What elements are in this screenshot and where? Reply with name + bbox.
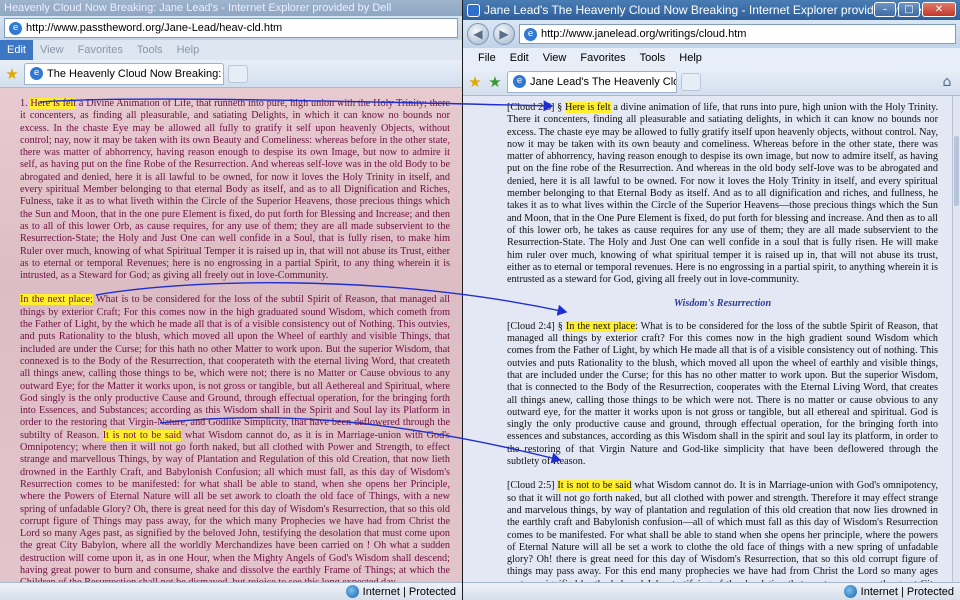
home-icon[interactable]: ⌂	[938, 73, 956, 91]
tab-page-icon: e	[513, 75, 526, 88]
left-menu-view[interactable]: View	[33, 40, 71, 60]
scrollbar-thumb[interactable]	[954, 136, 959, 206]
add-favorites-icon[interactable]: ★	[487, 74, 503, 90]
left-window-title: Heavenly Cloud Now Breaking: Jane Lead's…	[4, 2, 392, 14]
left-highlight-1: Here is felt	[30, 98, 77, 109]
right-menu-view[interactable]: View	[536, 48, 574, 68]
right-title-bar[interactable]: Jane Lead's The Heavenly Cloud Now Break…	[463, 0, 960, 20]
right-menu-tools[interactable]: Tools	[633, 48, 673, 68]
maximize-button[interactable]: □	[898, 2, 920, 17]
right-browser-window[interactable]: Jane Lead's The Heavenly Cloud Now Break…	[463, 0, 960, 600]
ie-page-icon: e	[524, 27, 537, 41]
right-paragraph-1: [Cloud 2:3] § Here is felt a divine anim…	[507, 102, 938, 286]
right-tab-row: ★ ★ e Jane Lead's The Heavenly Cloud Now…	[463, 68, 960, 96]
left-menu-edit[interactable]: Edit	[0, 40, 33, 60]
right-address-bar[interactable]: e http://www.janelead.org/writings/cloud…	[519, 24, 956, 44]
right-status-bar: Internet | Protected	[463, 582, 960, 600]
left-new-tab-button[interactable]	[228, 64, 248, 83]
right-highlight-1: Here is felt	[564, 102, 611, 113]
internet-zone-globe-icon	[843, 585, 857, 598]
right-highlight-2: In the next place	[565, 320, 635, 332]
right-new-tab-button[interactable]	[681, 72, 701, 91]
back-arrow-icon[interactable]: ◀	[467, 23, 489, 45]
tab-page-icon: e	[30, 67, 43, 80]
right-menu-help[interactable]: Help	[672, 48, 709, 68]
left-menu-bar: Edit View Favorites Tools Help	[0, 40, 462, 60]
right-url-text: http://www.janelead.org/writings/cloud.h…	[541, 28, 747, 40]
right-vertical-scrollbar[interactable]	[952, 96, 960, 582]
right-menu-bar: File Edit View Favorites Tools Help	[463, 48, 960, 68]
left-url-text: http://www.passtheword.org/Jane-Lead/hea…	[26, 22, 283, 34]
right-page-content: [Cloud 2:3] § Here is felt a divine anim…	[463, 96, 952, 582]
right-paragraph-3: [Cloud 2:5] It is not to be said what Wi…	[507, 480, 938, 582]
ie-page-icon: e	[9, 21, 22, 35]
left-title-bar[interactable]: Heavenly Cloud Now Breaking: Jane Lead's…	[0, 0, 462, 16]
left-tab-active[interactable]: e The Heavenly Cloud Now Breaking: Ja...	[24, 62, 224, 85]
internet-zone-globe-icon	[345, 585, 359, 598]
minimize-button[interactable]: –	[874, 2, 896, 17]
left-menu-help[interactable]: Help	[170, 40, 207, 60]
left-paragraph-2: In the next place; What is to be conside…	[20, 294, 450, 582]
left-status-text: Internet | Protected	[362, 585, 456, 598]
left-address-row: e http://www.passtheword.org/Jane-Lead/h…	[0, 16, 462, 40]
favorites-star-icon[interactable]: ★	[467, 74, 483, 90]
right-menu-file[interactable]: File	[471, 48, 503, 68]
left-paragraph-1: 1. Here is felt a Divine Animation of Li…	[20, 98, 450, 282]
ie-app-icon	[467, 3, 480, 17]
left-tab-row: ★ e The Heavenly Cloud Now Breaking: Ja.…	[0, 60, 462, 88]
right-tab-active[interactable]: e Jane Lead's The Heavenly Cloud Now B..…	[507, 70, 677, 93]
right-highlight-3: It is not to be said	[557, 480, 632, 492]
close-button[interactable]: ✕	[922, 2, 956, 17]
left-highlight-3: It is not to be said	[102, 429, 182, 441]
left-browser-window[interactable]: Heavenly Cloud Now Breaking: Jane Lead's…	[0, 0, 462, 600]
right-status-text: Internet | Protected	[860, 585, 954, 598]
left-address-bar[interactable]: e http://www.passtheword.org/Jane-Lead/h…	[4, 18, 458, 38]
favorites-star-icon[interactable]: ★	[4, 66, 20, 82]
right-tab-label: Jane Lead's The Heavenly Cloud Now B...	[530, 75, 676, 88]
left-menu-favorites[interactable]: Favorites	[71, 40, 130, 60]
right-address-row: ◀ ▶ e http://www.janelead.org/writings/c…	[463, 20, 960, 48]
forward-arrow-icon[interactable]: ▶	[493, 23, 515, 45]
right-window-title: Jane Lead's The Heavenly Cloud Now Break…	[484, 3, 927, 17]
section-heading: Wisdom's Resurrection	[673, 298, 772, 310]
left-status-bar: Internet | Protected	[0, 582, 462, 600]
right-paragraph-2: [Cloud 2:4] § In the next place: What is…	[507, 320, 938, 468]
left-tab-label: The Heavenly Cloud Now Breaking: Ja...	[47, 67, 223, 80]
right-menu-edit[interactable]: Edit	[503, 48, 536, 68]
right-menu-favorites[interactable]: Favorites	[573, 48, 632, 68]
left-menu-tools[interactable]: Tools	[130, 40, 170, 60]
left-highlight-2: In the next place;	[20, 294, 93, 306]
left-page-content: 1. Here is felt a Divine Animation of Li…	[0, 88, 462, 582]
